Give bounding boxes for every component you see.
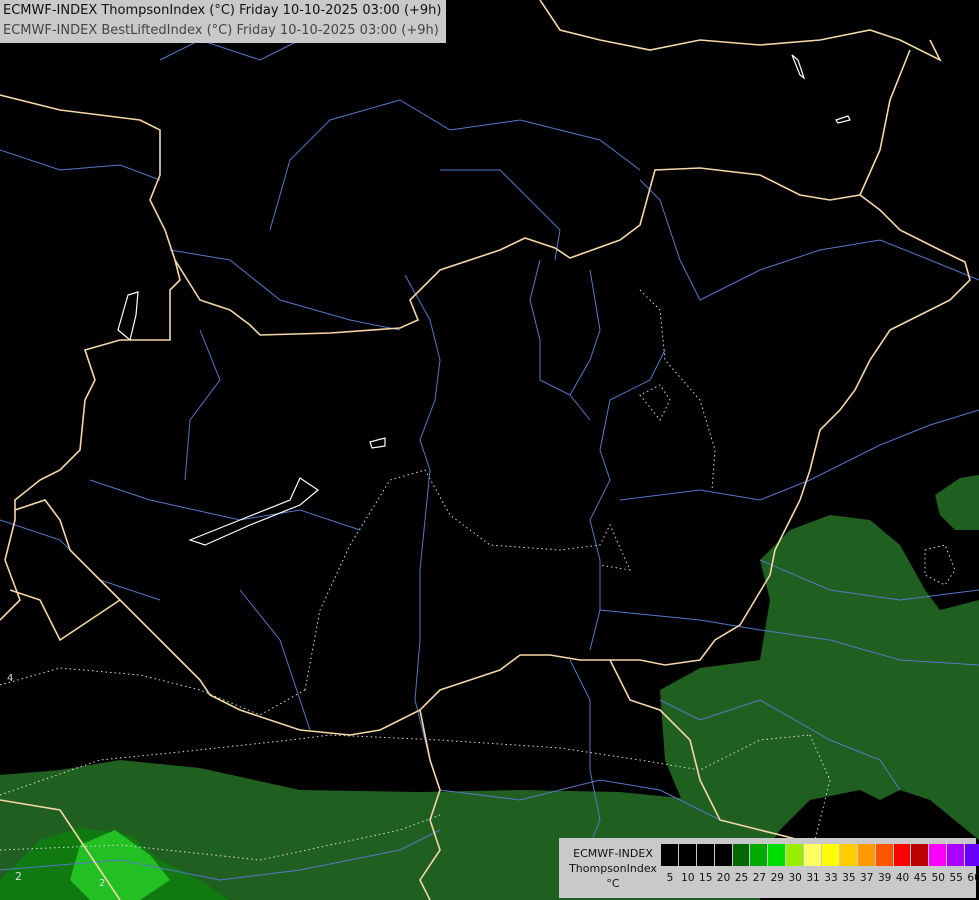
legend-tick-label: 10 — [681, 872, 695, 884]
contour-label-4: 4 — [7, 673, 14, 684]
legend-tick-label: 29 — [770, 872, 784, 884]
legend-swatch — [875, 844, 894, 866]
legend-swatch — [804, 844, 823, 866]
legend-swatch — [768, 844, 787, 866]
contour-label-2-small: 2 — [99, 878, 106, 889]
legend-swatch — [857, 844, 876, 866]
legend-swatch — [911, 844, 930, 866]
legend-tick-label: 40 — [895, 872, 910, 884]
title-thompson: ECMWF-INDEX ThompsonIndex (°C) Friday 10… — [3, 3, 442, 18]
legend-model: ECMWF-INDEX — [573, 847, 653, 860]
legend-label: ECMWF-INDEX ThompsonIndex °C — [565, 846, 661, 891]
legend-tick-label: 15 — [699, 872, 713, 884]
legend-swatch — [786, 844, 805, 866]
legend-swatch — [661, 844, 679, 866]
legend-tick-label: 45 — [913, 872, 928, 884]
color-legend: ECMWF-INDEX ThompsonIndex °C 5 10 15 20 25 27… — [559, 838, 979, 898]
legend-swatch — [839, 844, 858, 866]
legend-tick-label: 60 — [967, 872, 979, 884]
legend-tick-label: 30 — [788, 872, 802, 884]
title-lifted-index: ECMWF-INDEX BestLiftedIndex (°C) Friday … — [3, 23, 439, 38]
legend-swatch — [893, 844, 912, 866]
legend-tick-label: 35 — [842, 872, 856, 884]
legend-tick-label: 27 — [752, 872, 767, 884]
legend-swatch — [732, 844, 751, 866]
legend-tick-label: 39 — [877, 872, 892, 884]
map-title: ECMWF-INDEX ThompsonIndex (°C) Friday 10… — [0, 0, 446, 43]
legend-tick-label: 20 — [716, 872, 731, 884]
legend-swatch — [965, 844, 979, 866]
legend-swatch — [714, 844, 733, 866]
legend-tick-label: 5 — [666, 872, 674, 884]
legend-tick-label: 25 — [734, 872, 749, 884]
legend-tick-label: 50 — [931, 872, 945, 884]
legend-swatch — [947, 844, 966, 866]
legend-parameter: ThompsonIndex — [569, 862, 657, 875]
legend-swatch — [678, 844, 697, 866]
legend-ticks: 5 10 15 20 25 27 29 30 31 33 35 37 39 40 45 50 55 60 — [661, 872, 979, 884]
legend-tick-label: 33 — [824, 872, 838, 884]
legend-tick-label: 37 — [860, 872, 874, 884]
legend-swatch — [696, 844, 715, 866]
map-canvas — [0, 0, 979, 900]
legend-swatch — [822, 844, 840, 866]
legend-tick-label: 31 — [806, 872, 820, 884]
legend-unit: °C — [606, 877, 620, 890]
legend-swatch — [929, 844, 948, 866]
contour-label-2: 2 — [15, 870, 22, 883]
legend-swatches — [661, 844, 979, 866]
legend-tick-label: 55 — [949, 872, 963, 884]
legend-swatch — [750, 844, 769, 866]
